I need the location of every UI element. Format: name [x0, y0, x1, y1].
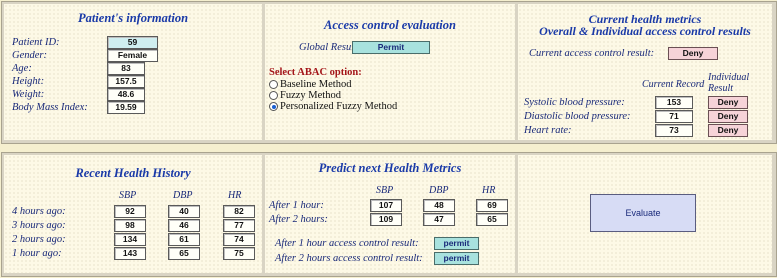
history-4h-dbp[interactable]: 40 [168, 205, 200, 218]
history-3h-sbp[interactable]: 98 [114, 219, 146, 232]
history-2h-sbp[interactable]: 134 [114, 233, 146, 246]
individual-result-header-2: Result [708, 83, 733, 94]
weight-field[interactable]: 48.6 [107, 88, 145, 101]
history-3h-hr[interactable]: 77 [223, 219, 255, 232]
heart-rate-value[interactable]: 73 [655, 124, 693, 137]
radio-baseline[interactable]: Baseline Method [269, 79, 351, 90]
age-field[interactable]: 83 [107, 62, 145, 75]
predict-2h-hr[interactable]: 65 [476, 213, 508, 226]
predict-2h-label: After 2 hours: [269, 214, 328, 225]
predict-2h-dbp[interactable]: 47 [423, 213, 455, 226]
diastolic-result[interactable]: Deny [708, 110, 748, 123]
evaluate-panel: Evaluate [518, 155, 772, 273]
predict-hr-header: HR [482, 185, 496, 196]
history-4h-sbp[interactable]: 92 [114, 205, 146, 218]
recent-history-panel: Recent Health History SBP DBP HR 4 hours… [4, 155, 262, 273]
radio-fuzzy[interactable]: Fuzzy Method [269, 90, 341, 101]
radio-personalized-fuzzy-circle[interactable] [269, 102, 278, 111]
current-access-field[interactable]: Deny [668, 47, 718, 60]
gender-field[interactable]: Female [107, 49, 158, 62]
predict-1h-result-label: After 1 hour access control result: [275, 238, 419, 249]
health-metrics-panel: Current health metrics Overall & Individ… [518, 4, 772, 140]
predict-dbp-header: DBP [429, 185, 449, 196]
radio-fuzzy-label: Fuzzy Method [280, 90, 341, 101]
predict-1h-sbp[interactable]: 107 [370, 199, 402, 212]
current-access-label: Current access control result: [529, 48, 655, 59]
predict-1h-label: After 1 hour: [269, 200, 324, 211]
predict-2h-result-field[interactable]: permit [434, 252, 479, 265]
predict-sbp-header: SBP [376, 185, 394, 196]
age-label: Age: [12, 63, 32, 74]
predict-2h-sbp[interactable]: 109 [370, 213, 402, 226]
systolic-value[interactable]: 153 [655, 96, 693, 109]
select-abac-label: Select ABAC option: [269, 67, 362, 78]
predict-1h-result-field[interactable]: permit [434, 237, 479, 250]
history-dbp-header: DBP [173, 190, 193, 201]
access-control-panel: Access control evaluation Global Result:… [265, 4, 515, 140]
history-hr-header: HR [228, 190, 242, 201]
current-record-header: Current Record [642, 79, 705, 90]
patient-info-title: Patient's information [77, 11, 189, 25]
predict-1h-hr[interactable]: 69 [476, 199, 508, 212]
diastolic-value[interactable]: 71 [655, 110, 693, 123]
systolic-result[interactable]: Deny [708, 96, 748, 109]
gender-label: Gender: [12, 50, 47, 61]
history-1h-dbp[interactable]: 65 [168, 247, 200, 260]
history-1h-hr[interactable]: 75 [223, 247, 255, 260]
patient-id-label: Patient ID: [12, 37, 60, 48]
health-metrics-subtitle: Overall & Individual access control resu… [539, 24, 751, 38]
patient-info-panel: Patient's information Patient ID: 59 Gen… [4, 4, 262, 140]
evaluate-button[interactable]: Evaluate [590, 194, 696, 232]
predict-panel: Predict next Health Metrics SBP DBP HR A… [265, 155, 515, 273]
weight-label: Weight: [12, 89, 45, 100]
history-row-2h-label: 2 hours ago: [12, 234, 66, 245]
history-1h-sbp[interactable]: 143 [114, 247, 146, 260]
history-sbp-header: SBP [119, 190, 137, 201]
history-row-3h-label: 3 hours ago: [12, 220, 66, 231]
individual-result-header-1: Individual [708, 72, 750, 83]
predict-2h-result-label: After 2 hours access control result: [275, 253, 423, 264]
radio-personalized-fuzzy-label: Personalized Fuzzy Method [280, 101, 398, 112]
history-3h-dbp[interactable]: 46 [168, 219, 200, 232]
heart-rate-label: Heart rate: [524, 125, 572, 136]
patient-id-field[interactable]: 59 [107, 36, 158, 49]
radio-personalized-fuzzy[interactable]: Personalized Fuzzy Method [269, 101, 397, 112]
diastolic-label: Diastolic blood pressure: [524, 111, 631, 122]
recent-history-title: Recent Health History [75, 166, 191, 180]
predict-title: Predict next Health Metrics [318, 161, 462, 175]
height-field[interactable]: 157.5 [107, 75, 145, 88]
history-row-1h-label: 1 hour ago: [12, 248, 62, 259]
heart-rate-result[interactable]: Deny [708, 124, 748, 137]
global-result-field[interactable]: Permit [352, 41, 430, 54]
history-row-4h-label: 4 hours ago: [12, 206, 66, 217]
radio-baseline-circle[interactable] [269, 80, 278, 89]
bmi-label: Body Mass Index: [12, 102, 88, 113]
history-2h-dbp[interactable]: 61 [168, 233, 200, 246]
systolic-label: Systolic blood pressure: [524, 97, 625, 108]
history-4h-hr[interactable]: 82 [223, 205, 255, 218]
access-control-title: Access control evaluation [324, 18, 456, 32]
radio-fuzzy-circle[interactable] [269, 91, 278, 100]
bmi-field[interactable]: 19.59 [107, 101, 145, 114]
predict-1h-dbp[interactable]: 48 [423, 199, 455, 212]
radio-baseline-label: Baseline Method [280, 79, 352, 90]
history-2h-hr[interactable]: 74 [223, 233, 255, 246]
height-label: Height: [12, 76, 45, 87]
